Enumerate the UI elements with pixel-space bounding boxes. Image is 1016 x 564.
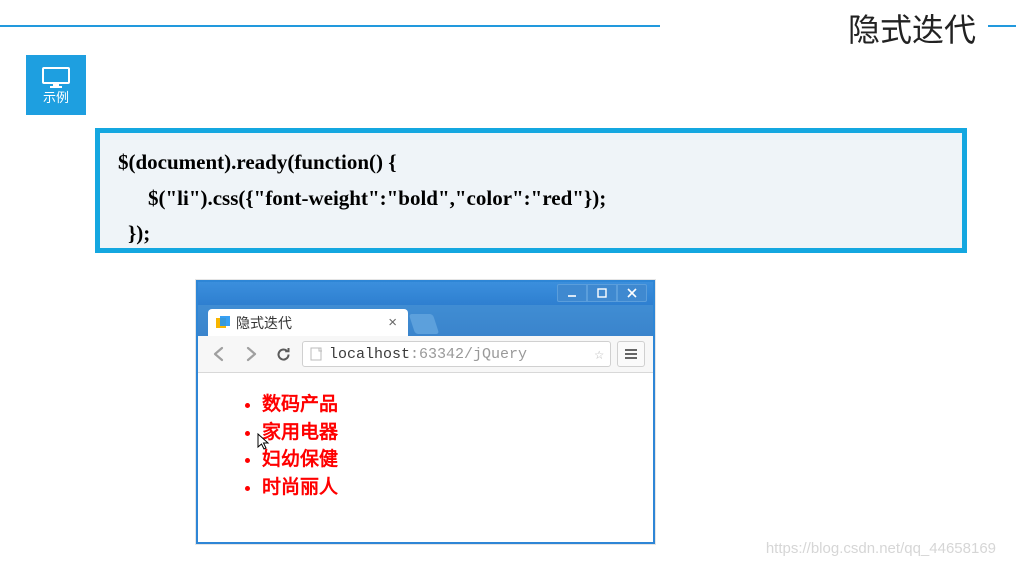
example-badge: 示例 bbox=[26, 55, 86, 115]
code-line: $(document).ready(function() { bbox=[118, 145, 944, 181]
hamburger-icon bbox=[624, 348, 638, 360]
maximize-button[interactable] bbox=[587, 284, 617, 302]
browser-window: 隐式迭代 × localhost:63342/jQuery ☆ bbox=[196, 280, 655, 544]
bookmark-star-icon[interactable]: ☆ bbox=[590, 344, 604, 364]
example-badge-label: 示例 bbox=[43, 91, 69, 104]
new-tab-button[interactable] bbox=[409, 314, 439, 334]
forward-button[interactable] bbox=[238, 341, 264, 367]
code-line: }); bbox=[128, 216, 944, 252]
favicon-icon bbox=[216, 316, 230, 330]
code-line: $("li").css({"font-weight":"bold","color… bbox=[148, 181, 944, 217]
address-bar: localhost:63342/jQuery ☆ bbox=[198, 336, 653, 373]
header-divider-right bbox=[988, 25, 1016, 27]
header-divider-left bbox=[0, 25, 660, 27]
url-input[interactable]: localhost:63342/jQuery ☆ bbox=[302, 341, 611, 367]
tab-title: 隐式迭代 bbox=[236, 313, 385, 333]
section-title: 隐式迭代 bbox=[848, 5, 976, 51]
titlebar bbox=[198, 282, 653, 305]
url-path: /jQuery bbox=[464, 346, 527, 363]
page-content: 数码产品 家用电器 妇幼保健 时尚丽人 bbox=[198, 373, 653, 511]
list-item: 数码产品 bbox=[262, 391, 643, 419]
back-button[interactable] bbox=[206, 341, 232, 367]
tab-close-icon[interactable]: × bbox=[385, 315, 400, 330]
code-block: $(document).ready(function() { $("li").c… bbox=[95, 128, 967, 253]
list-item: 妇幼保健 bbox=[262, 446, 643, 474]
close-button[interactable] bbox=[617, 284, 647, 302]
watermark: https://blog.csdn.net/qq_44658169 bbox=[766, 540, 996, 557]
list-item: 时尚丽人 bbox=[262, 474, 643, 502]
monitor-icon bbox=[42, 67, 70, 89]
url-host: localhost bbox=[329, 346, 410, 363]
browser-tab[interactable]: 隐式迭代 × bbox=[208, 309, 408, 336]
list-item: 家用电器 bbox=[262, 419, 643, 447]
window-controls bbox=[557, 284, 647, 302]
url-port: :63342 bbox=[410, 346, 464, 363]
tab-bar: 隐式迭代 × bbox=[198, 305, 653, 336]
minimize-button[interactable] bbox=[557, 284, 587, 302]
list: 数码产品 家用电器 妇幼保健 时尚丽人 bbox=[238, 391, 643, 501]
menu-button[interactable] bbox=[617, 341, 645, 367]
page-icon bbox=[309, 347, 323, 361]
reload-button[interactable] bbox=[270, 341, 296, 367]
